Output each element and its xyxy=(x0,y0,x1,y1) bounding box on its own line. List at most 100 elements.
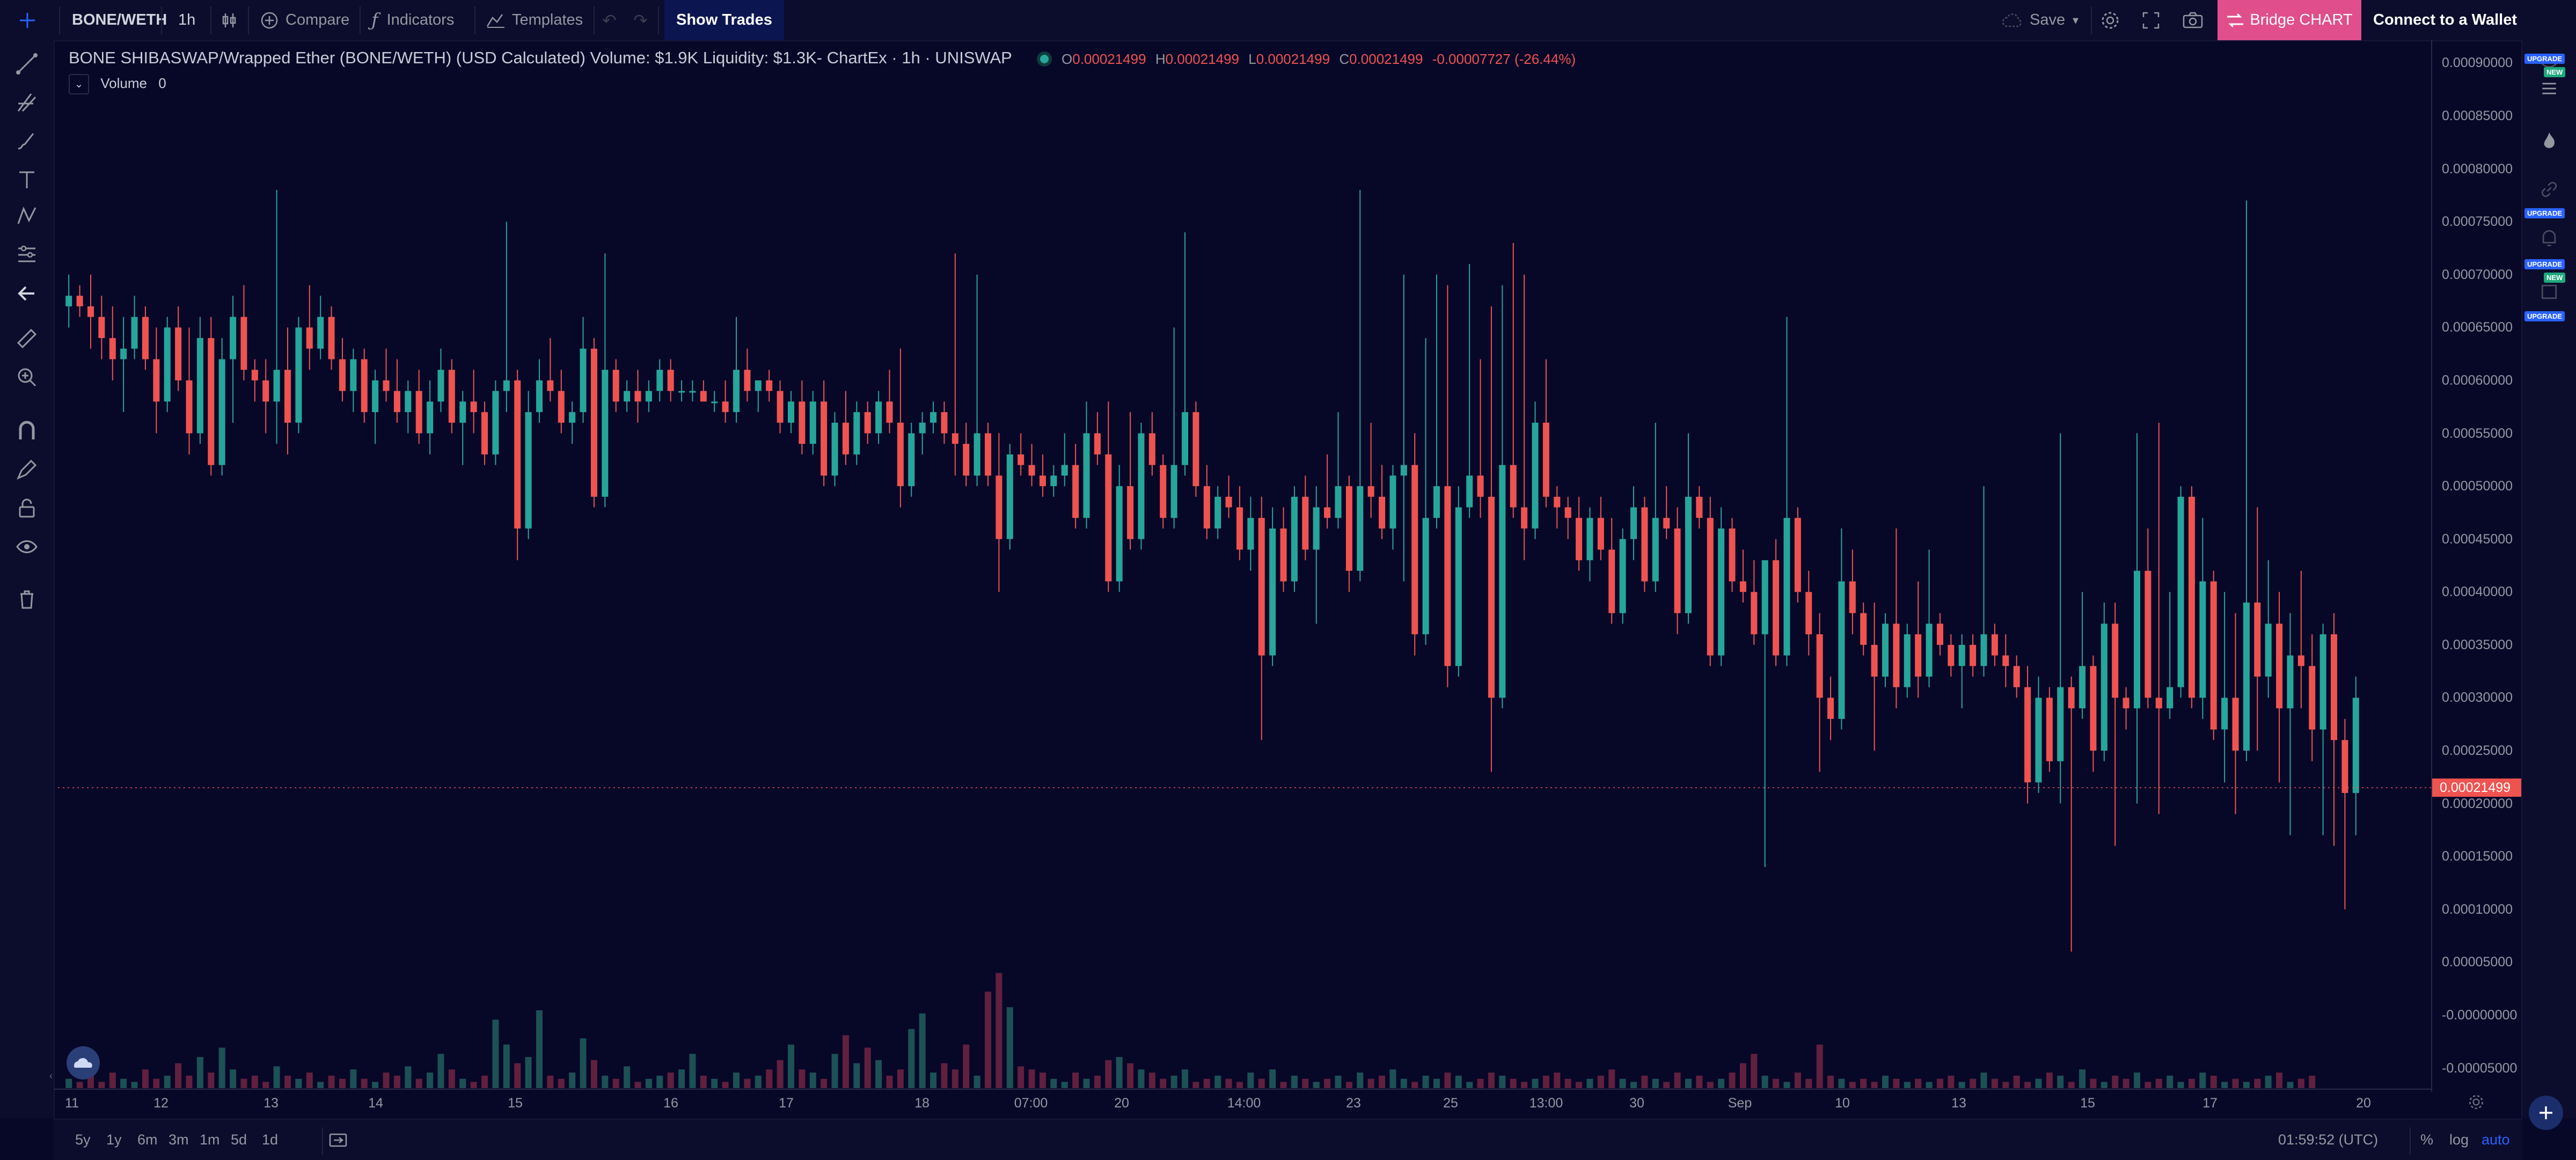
candle-body xyxy=(2331,634,2338,740)
candle-body xyxy=(612,370,619,402)
volume-bar xyxy=(1280,1082,1287,1088)
volume-bar xyxy=(153,1078,160,1088)
chart-legend: BONE SHIBASWAP/Wrapped Ether (BONE/WETH)… xyxy=(69,48,1049,68)
volume-bar xyxy=(1970,1078,1977,1088)
volume-bar xyxy=(1663,1082,1670,1088)
volume-bar xyxy=(1335,1075,1342,1088)
candle-body xyxy=(711,401,718,403)
candle-body xyxy=(821,401,828,476)
collapse-legend-button[interactable]: ⌄ xyxy=(69,74,89,94)
logo-icon xyxy=(67,1046,100,1080)
candle-body xyxy=(1915,634,1922,677)
candle-body xyxy=(1389,475,1396,528)
volume-bar xyxy=(1324,1078,1331,1088)
candle-body xyxy=(1236,507,1243,550)
volume-bar xyxy=(415,1078,422,1088)
range-button-1d[interactable]: 1d xyxy=(262,1120,278,1160)
candle-body xyxy=(1367,486,1374,497)
candle-body xyxy=(624,391,631,402)
candle-body xyxy=(1433,486,1440,518)
volume-bar xyxy=(1510,1078,1517,1088)
volume-bar xyxy=(459,1078,466,1088)
candle-body xyxy=(1028,465,1035,476)
range-button-5y[interactable]: 5y xyxy=(75,1120,91,1160)
volume-bar xyxy=(569,1073,576,1088)
candle-body xyxy=(1794,518,1801,592)
volume-bar xyxy=(109,1073,116,1088)
candle-body xyxy=(240,317,247,370)
volume-bar xyxy=(1433,1078,1440,1088)
candle-body xyxy=(164,327,171,402)
candle-body xyxy=(1379,496,1386,528)
volume-bar xyxy=(1521,1082,1528,1088)
price-tick: 0.00045000 xyxy=(2442,531,2513,547)
range-button-6m[interactable]: 6m xyxy=(137,1120,158,1160)
candle-body xyxy=(755,380,762,391)
volume-bar xyxy=(897,1069,904,1088)
candle-body xyxy=(733,370,740,413)
time-tick: 07:00 xyxy=(1014,1096,1048,1111)
price-axis[interactable]: 0.00090000 0.00085000 0.00080000 0.00075000… xyxy=(2431,40,2523,1092)
volume-bar xyxy=(1291,1075,1298,1088)
change-value: -0.00007727 (-26.44%) xyxy=(1432,51,1576,67)
candle-body xyxy=(196,338,203,434)
volume-bar xyxy=(1751,1054,1758,1088)
volume-bar xyxy=(908,1029,915,1088)
volume-bar xyxy=(383,1073,390,1088)
candle-body xyxy=(372,380,379,413)
price-chart[interactable] xyxy=(0,0,2576,1159)
candle-body xyxy=(393,391,400,413)
candle-body xyxy=(2297,655,2304,666)
candle-body xyxy=(984,433,991,476)
volume-bar xyxy=(2155,1078,2162,1088)
volume-bar xyxy=(306,1073,313,1088)
candle-body xyxy=(809,401,816,444)
volume-bar xyxy=(624,1066,631,1088)
collapse-scale-button[interactable]: ‹ xyxy=(49,1070,60,1088)
range-button-1y[interactable]: 1y xyxy=(106,1120,122,1160)
candle-body xyxy=(1521,507,1528,528)
candle-body xyxy=(2352,698,2359,793)
candle-body xyxy=(361,359,368,413)
candle-body xyxy=(777,391,784,423)
range-button-1m[interactable]: 1m xyxy=(200,1120,220,1160)
volume-bar xyxy=(1532,1078,1539,1088)
candle-body xyxy=(766,380,773,391)
candle-body xyxy=(1761,560,1768,635)
candle-body xyxy=(1313,507,1320,550)
log-scale-button[interactable]: log xyxy=(2449,1120,2469,1160)
price-tick: 0.00035000 xyxy=(2442,637,2513,652)
percent-scale-button[interactable]: % xyxy=(2420,1120,2433,1160)
volume-bar xyxy=(1794,1073,1801,1088)
candle-body xyxy=(689,391,696,393)
volume-bar xyxy=(405,1066,412,1088)
add-button[interactable] xyxy=(2529,1096,2563,1130)
volume-bar xyxy=(831,1054,838,1088)
auto-scale-button[interactable]: auto xyxy=(2482,1120,2510,1160)
utc-clock[interactable]: 01:59:52 (UTC) xyxy=(2278,1120,2378,1160)
volume-bar xyxy=(1247,1073,1254,1088)
go-to-date-icon[interactable] xyxy=(328,1120,348,1160)
volume-bar xyxy=(1783,1082,1790,1088)
candle-body xyxy=(2221,698,2228,730)
volume-bar xyxy=(1050,1078,1057,1088)
volume-bar xyxy=(875,1060,882,1088)
candle-body xyxy=(1652,518,1659,582)
chart-settings-gear-icon[interactable] xyxy=(2467,1092,2486,1114)
candle-body xyxy=(2199,581,2206,698)
range-button-5d[interactable]: 5d xyxy=(231,1120,247,1160)
candle-body xyxy=(1729,528,1736,582)
volume-bar xyxy=(558,1078,565,1088)
candle-body xyxy=(2341,740,2348,793)
time-tick: 17 xyxy=(779,1096,794,1111)
volume-bar xyxy=(1400,1078,1407,1088)
volume-bar xyxy=(1357,1073,1364,1088)
candle-body xyxy=(87,306,94,317)
candle-body xyxy=(503,380,510,391)
candle-body xyxy=(1597,518,1604,550)
volume-bar xyxy=(667,1073,674,1088)
price-tick: -0.00000000 xyxy=(2442,1007,2518,1023)
candle-body xyxy=(1860,613,1867,645)
range-button-3m[interactable]: 3m xyxy=(169,1120,189,1160)
candle-body xyxy=(306,327,313,349)
